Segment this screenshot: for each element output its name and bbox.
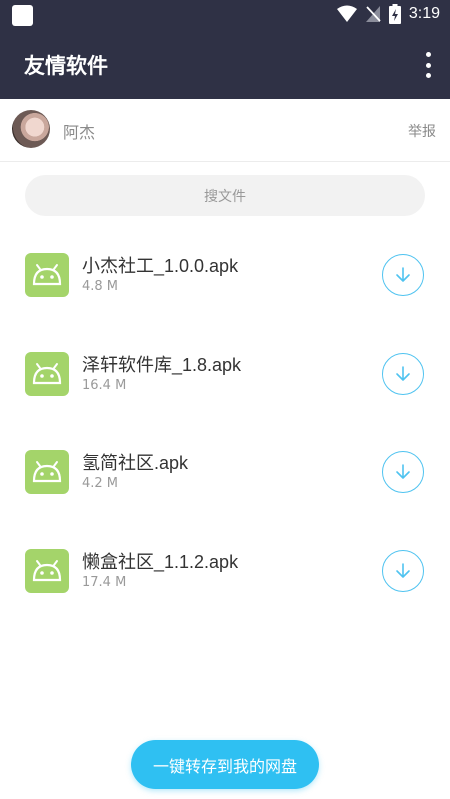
wifi-icon: [336, 5, 357, 22]
file-size: 4.2 M: [82, 476, 119, 491]
search-label: 搜文件: [204, 188, 246, 205]
more-vert-icon[interactable]: [422, 52, 434, 78]
file-name: 泽轩软件库_1.8.apk: [82, 354, 242, 375]
android-icon: [25, 548, 69, 593]
list-item[interactable]: 泽轩软件库_1.8.apk 16.4 M: [0, 333, 450, 432]
list-item[interactable]: 小杰社工_1.0.0.apk 4.8 M: [0, 234, 450, 333]
no-signal-icon: [365, 6, 381, 22]
download-icon: [396, 562, 410, 578]
avatar[interactable]: [12, 110, 50, 148]
status-icons: 3:19: [336, 4, 440, 24]
file-name: 懒盒社区_1.1.2.apk: [82, 551, 239, 572]
status-time: 3:19: [408, 5, 440, 22]
download-icon: [396, 365, 410, 381]
app-bar: 友情软件: [0, 30, 450, 99]
report-button[interactable]: 举报: [408, 121, 436, 141]
file-name: 氢简社区.apk: [82, 453, 189, 473]
search-files-button[interactable]: 搜文件: [25, 175, 425, 216]
download-button[interactable]: [382, 451, 424, 493]
app-notification-icon: [12, 5, 33, 26]
download-button[interactable]: [382, 254, 424, 296]
status-bar: 3:19: [0, 0, 450, 30]
download-icon: [396, 464, 410, 479]
android-icon: [25, 253, 69, 297]
android-icon: [25, 450, 69, 494]
save-to-drive-button[interactable]: 一键转存到我的网盘: [131, 740, 319, 789]
list-item[interactable]: 懒盒社区_1.1.2.apk 17.4 M: [0, 530, 450, 629]
android-icon: [25, 351, 69, 396]
page-title: 友情软件: [24, 54, 108, 78]
file-list: 小杰社工_1.0.0.apk 4.8 M 泽轩软件库_1.8.apk 16.4 …: [0, 234, 450, 628]
user-row: 阿杰 举报: [0, 99, 450, 162]
download-button[interactable]: [382, 352, 424, 395]
file-size: 17.4 M: [82, 574, 127, 590]
download-button[interactable]: [382, 549, 424, 592]
list-item[interactable]: 氢简社区.apk 4.2 M: [0, 431, 450, 530]
file-size: 4.8 M: [82, 279, 119, 294]
file-size: 16.4 M: [82, 377, 127, 393]
download-icon: [396, 267, 410, 282]
username[interactable]: 阿杰: [63, 119, 95, 143]
file-name: 小杰社工_1.0.0.apk: [82, 256, 239, 276]
battery-charging-icon: [388, 4, 401, 24]
